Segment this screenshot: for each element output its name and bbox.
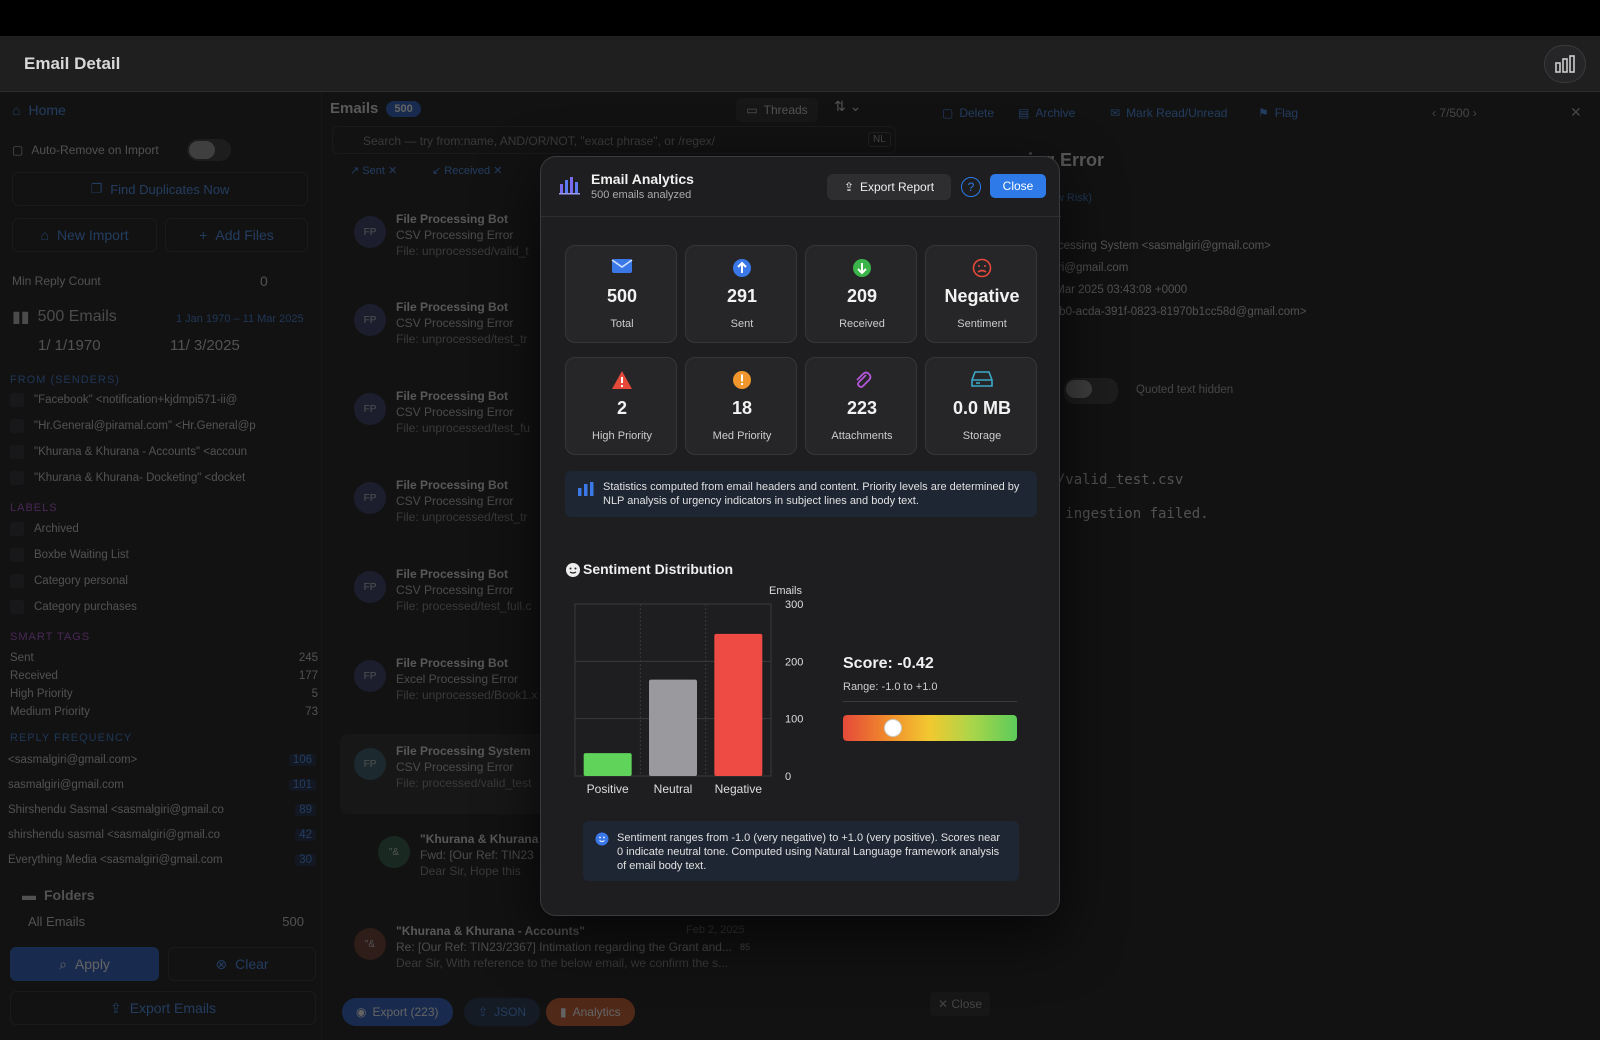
bar-chart-icon	[1555, 55, 1575, 73]
bar-negative	[714, 633, 763, 776]
gauge-knob	[884, 719, 903, 737]
y-axis-label: Emails	[769, 585, 803, 597]
arrow-up-circle-icon	[686, 258, 798, 278]
warning-triangle-icon	[566, 370, 678, 390]
info-banner: Statistics computed from email headers a…	[565, 471, 1037, 517]
modal-header: Email Analytics 500 emails analyzed ⇪ Exp…	[541, 157, 1061, 217]
paperclip-icon	[806, 370, 918, 390]
close-button[interactable]: Close	[990, 174, 1046, 198]
frown-icon	[926, 258, 1038, 278]
exclamation-circle-icon	[686, 370, 798, 390]
y-tick-label: 0	[785, 771, 791, 783]
analytics-modal: Email Analytics 500 emails analyzed ⇪ Exp…	[540, 156, 1061, 916]
stat-card-total: 500 Total	[565, 245, 677, 343]
divider	[843, 701, 1017, 702]
export-report-button[interactable]: ⇪ Export Report	[827, 174, 951, 200]
stat-card-attachments: 223 Attachments	[805, 357, 917, 455]
bar-neutral	[649, 679, 697, 776]
sentiment-range: Range: -1.0 to +1.0	[843, 681, 938, 693]
drive-icon	[926, 370, 1038, 388]
envelope-icon	[566, 258, 678, 274]
chart-toggle-button[interactable]	[1544, 45, 1586, 83]
bar-chart-icon	[559, 175, 581, 200]
y-tick-label: 100	[785, 714, 803, 726]
sentiment-title: Sentiment Distribution	[583, 561, 734, 577]
x-tick-label: Positive	[587, 782, 629, 796]
bar-chart-icon	[577, 481, 595, 501]
stat-card-received: 209 Received	[805, 245, 917, 343]
x-tick-label: Neutral	[654, 782, 693, 796]
arrow-down-circle-icon	[806, 258, 918, 278]
title-bar: Email Detail	[0, 36, 1600, 92]
stat-card-sentiment: Negative Sentiment	[925, 245, 1037, 343]
sentiment-chart: 0 100 200 300 Emails Positive Neutral Negative	[574, 585, 803, 796]
sentiment-note: Sentiment ranges from -1.0 (very negativ…	[583, 821, 1019, 881]
stat-card-high-priority: 2 High Priority	[565, 357, 677, 455]
y-tick-label: 200	[785, 656, 803, 668]
bar-positive	[583, 753, 632, 776]
sentiment-gauge	[843, 715, 1017, 741]
smiley-icon	[595, 832, 609, 850]
share-icon: ⇪	[843, 180, 854, 194]
sentiment-score: Score: -0.42	[843, 655, 934, 672]
smiley-icon	[565, 562, 581, 583]
stat-card-storage: 0.0 MB Storage	[925, 357, 1037, 455]
y-tick-label: 300	[785, 599, 803, 611]
stat-card-med-priority: 18 Med Priority	[685, 357, 797, 455]
modal-subtitle: 500 emails analyzed	[591, 189, 692, 201]
x-tick-label: Negative	[715, 782, 763, 796]
help-button[interactable]: ?	[961, 177, 981, 197]
stat-card-sent: 291 Sent	[685, 245, 797, 343]
modal-title: Email Analytics	[591, 171, 694, 187]
window-title: Email Detail	[24, 54, 121, 73]
